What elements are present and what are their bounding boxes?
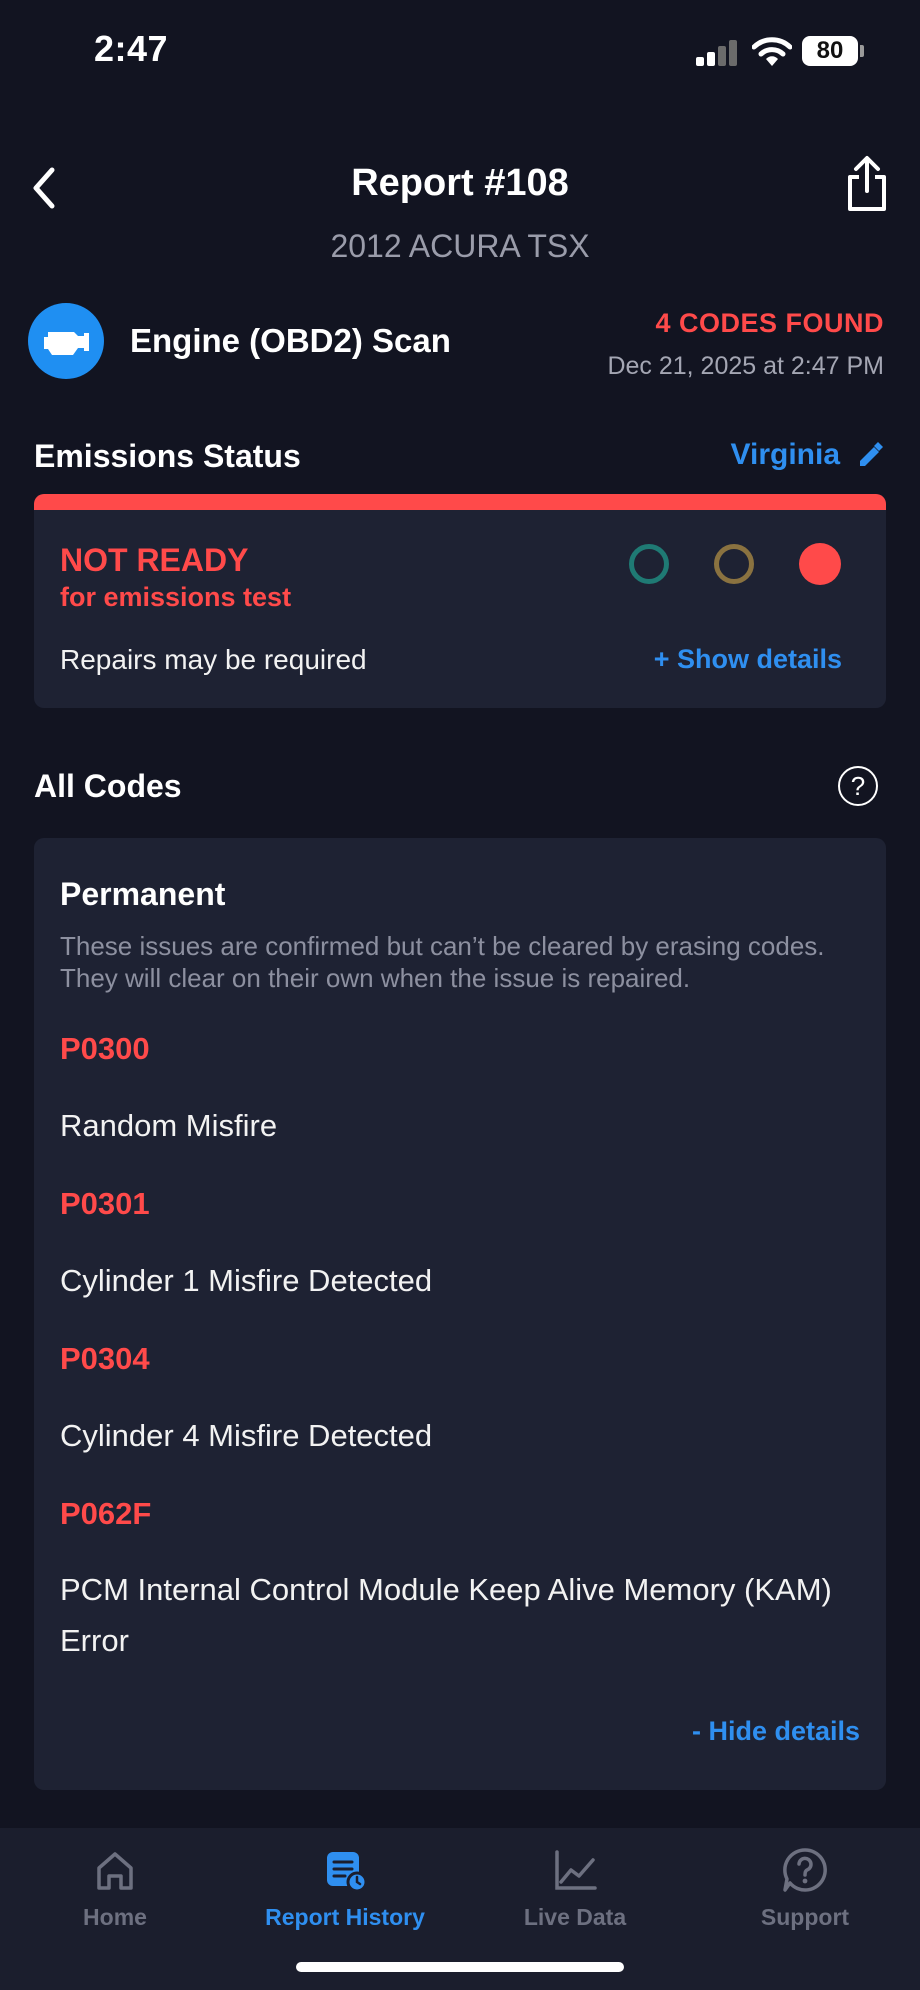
tab-label: Report History [265,1904,425,1930]
show-details-link[interactable]: + Show details [654,644,842,675]
emissions-status: NOT READY [60,542,249,578]
signal-icon [696,40,738,66]
edit-icon [860,442,883,466]
tab-report-history[interactable]: Report History [230,1846,460,1931]
help-icon[interactable]: ? [838,766,878,806]
codes-card: Permanent These issues are confirmed but… [34,838,886,1790]
vehicle-name: 2012 ACURA TSX [330,228,590,264]
code-description: Cylinder 4 Misfire Detected [60,1418,433,1453]
codes-found-badge: 4 CODES FOUND [655,308,884,338]
readiness-indicator-green [629,544,669,584]
tab-label: Live Data [523,1904,627,1930]
code-description: PCM Internal Control Module Keep Alive M… [60,1572,832,1658]
readiness-indicator-red [799,543,841,585]
tab-home[interactable]: Home [0,1846,230,1931]
code-id: P062F [60,1496,152,1531]
code-description: Cylinder 1 Misfire Detected [60,1263,433,1298]
emissions-section-title: Emissions Status [34,438,301,474]
battery-icon: 80 [802,36,858,66]
page-title: Report #108 [351,162,569,204]
state-selector[interactable]: Virginia [731,438,884,472]
state-label: Virginia [730,438,840,471]
status-time: 2:47 [94,28,169,69]
engine-badge [28,303,104,379]
readiness-indicator-yellow [714,544,754,584]
chart-icon [555,1850,597,1890]
report-history-icon [327,1852,368,1893]
hide-details-link[interactable]: - Hide details [692,1716,860,1747]
wifi-icon [752,37,792,66]
scan-date: Dec 21, 2025 at 2:47 PM [607,352,884,380]
battery-cap [860,45,864,57]
emissions-card: NOT READY for emissions test Repairs may… [34,494,886,708]
emissions-status-sub: for emissions test [60,582,292,612]
code-id: P0300 [60,1031,150,1066]
home-indicator [296,1962,624,1972]
tab-live-data[interactable]: Live Data [460,1846,690,1931]
emissions-note: Repairs may be required [60,644,367,675]
engine-icon [44,327,89,355]
code-id: P0304 [60,1341,150,1376]
code-description: Random Misfire [60,1108,278,1143]
help-icon [783,1848,827,1892]
share-icon[interactable] [842,155,892,213]
tab-label: Support [760,1904,850,1930]
all-codes-title: All Codes [34,768,182,804]
code-id: P0301 [60,1186,150,1221]
tab-label: Home [83,1904,147,1930]
status-bar-red [34,494,886,510]
group-title: Permanent [60,876,226,912]
group-description: These issues are confirmed but can’t be … [60,931,825,993]
home-icon [97,1852,133,1890]
tab-support[interactable]: Support [690,1846,920,1931]
scan-type: Engine (OBD2) Scan [130,322,451,359]
